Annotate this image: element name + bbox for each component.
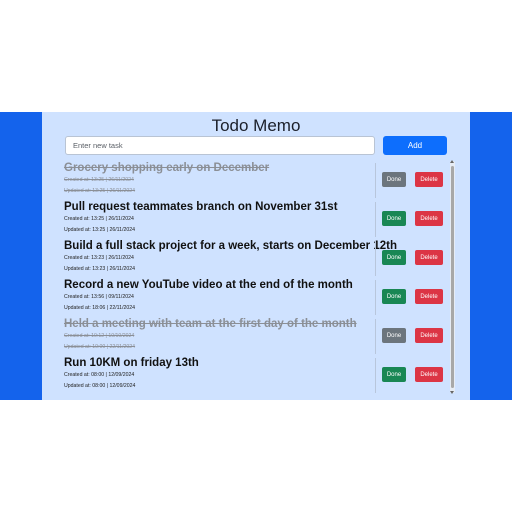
task-item: Build a full stack project for a week, s… — [64, 239, 452, 278]
task-updated: Updated at: 08:00 | 12/09/2024 — [64, 383, 136, 389]
done-button[interactable]: Done — [382, 367, 406, 382]
delete-button[interactable]: Delete — [415, 328, 443, 343]
task-created: Created at: 13:56 | 09/11/2024 — [64, 294, 134, 300]
delete-button[interactable]: Delete — [415, 250, 443, 265]
list-scrollbar[interactable] — [450, 160, 455, 394]
delete-button[interactable]: Delete — [415, 367, 443, 382]
scrollbar-thumb[interactable] — [451, 166, 454, 388]
done-button[interactable]: Done — [382, 289, 406, 304]
task-item: Record a new YouTube video at the end of… — [64, 278, 452, 317]
divider — [375, 358, 376, 393]
task-item: Run 10KM on friday 13th Created at: 08:0… — [64, 356, 452, 395]
task-text: Build a full stack project for a week, s… — [64, 239, 397, 275]
task-text: Record a new YouTube video at the end of… — [64, 278, 374, 314]
task-title: Grocery shopping early on December — [64, 162, 270, 174]
task-updated: Updated at: 18:06 | 22/11/2024 — [64, 305, 136, 311]
task-updated: Updated at: 13:25 | 26/11/2024 — [64, 227, 136, 233]
delete-button[interactable]: Delete — [415, 211, 443, 226]
app-background: Todo Memo Add Grocery shopping early on … — [0, 112, 512, 400]
task-updated: Updated at: 13:25 | 26/11/2024 — [64, 188, 136, 194]
task-created: Created at: 13:25 | 26/11/2024 — [64, 216, 134, 222]
task-updated: Updated at: 10:00 | 22/11/2024 — [64, 344, 136, 350]
done-button[interactable]: Done — [382, 250, 406, 265]
task-text: Held a meeting with team at the first da… — [64, 317, 374, 353]
task-title: Record a new YouTube video at the end of… — [64, 279, 353, 291]
task-title: Held a meeting with team at the first da… — [64, 318, 357, 330]
task-created: Created at: 10:12 | 10/10/2024 — [64, 333, 135, 339]
divider — [375, 163, 376, 198]
task-created: Created at: 13:25 | 26/11/2024 — [64, 177, 134, 183]
task-item: Held a meeting with team at the first da… — [64, 317, 452, 356]
done-button[interactable]: Done — [382, 328, 406, 343]
task-text: Run 10KM on friday 13th Created at: 08:0… — [64, 356, 374, 392]
task-title: Run 10KM on friday 13th — [64, 357, 199, 369]
scroll-up-arrow-icon[interactable] — [450, 160, 454, 163]
task-created: Created at: 08:00 | 12/09/2024 — [64, 372, 135, 378]
delete-button[interactable]: Delete — [415, 289, 443, 304]
todo-panel: Todo Memo Add Grocery shopping early on … — [42, 112, 470, 400]
task-created: Created at: 13:23 | 26/11/2024 — [64, 255, 134, 261]
divider — [375, 280, 376, 315]
task-item: Grocery shopping early on December Creat… — [64, 161, 452, 200]
task-text: Pull request teammates branch on Novembe… — [64, 200, 374, 236]
task-title: Pull request teammates branch on Novembe… — [64, 201, 338, 213]
done-button[interactable]: Done — [382, 211, 406, 226]
add-button[interactable]: Add — [383, 136, 447, 155]
task-list: Grocery shopping early on December Creat… — [64, 161, 454, 393]
divider — [375, 241, 376, 276]
task-updated: Updated at: 13:23 | 26/11/2024 — [64, 266, 136, 272]
divider — [375, 319, 376, 354]
new-task-input[interactable] — [65, 136, 375, 155]
divider — [375, 202, 376, 237]
delete-button[interactable]: Delete — [415, 172, 443, 187]
scroll-down-arrow-icon[interactable] — [450, 391, 454, 394]
page-title: Todo Memo — [211, 116, 301, 135]
task-title: Build a full stack project for a week, s… — [64, 240, 397, 252]
task-text: Grocery shopping early on December Creat… — [64, 161, 374, 197]
done-button[interactable]: Done — [382, 172, 406, 187]
task-item: Pull request teammates branch on Novembe… — [64, 200, 452, 239]
